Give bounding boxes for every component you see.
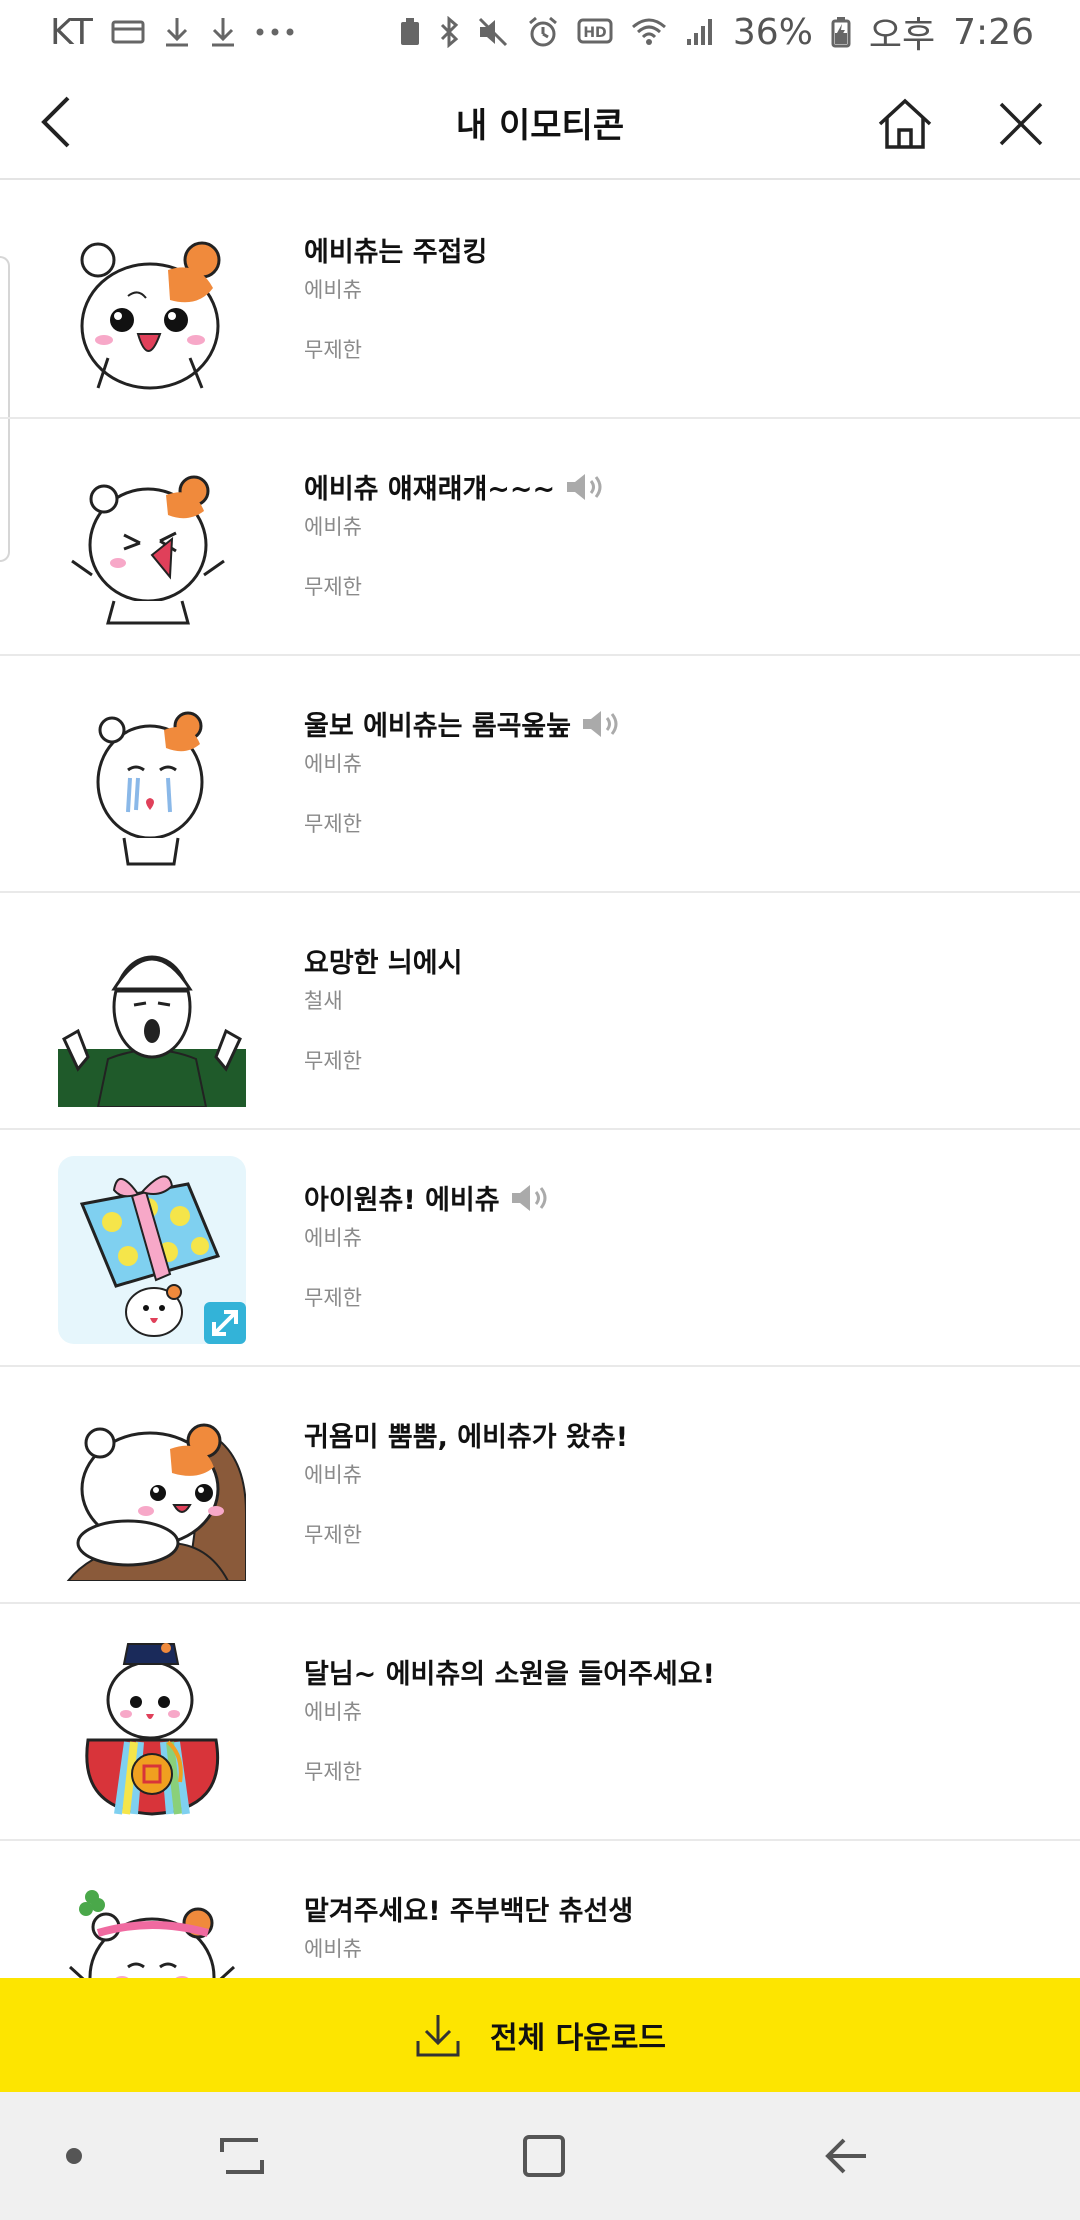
emoticon-period: 무제한: [304, 1049, 362, 1073]
emoticon-author: 에비츄: [304, 515, 362, 539]
download-all-label: 전체 다운로드: [489, 2021, 667, 2056]
app-header: 내 이모티콘: [0, 64, 1080, 180]
recent-apps-button[interactable]: [202, 2116, 282, 2196]
battery-charging-icon: [831, 16, 851, 48]
clock: 7:26: [953, 11, 1034, 53]
download-icon: [416, 2015, 460, 2057]
list-item[interactable]: 에비츄 얘쟤럐걔~~~ 에비츄 무제한: [0, 419, 1080, 656]
status-right: HD 36% 오후 7:26: [399, 6, 1034, 58]
emoticon-period: 무제한: [304, 1286, 362, 1310]
list-item[interactable]: 울보 에비츄는 롬곡옾눞 에비츄 무제한: [0, 656, 1080, 893]
emoticon-title: 에비츄 얘쟤럐걔~~~: [304, 467, 605, 506]
list-item[interactable]: 맡겨주세요! 주부백단 츄선생 에비츄: [0, 1841, 1080, 1978]
close-button[interactable]: [984, 88, 1058, 160]
ampm-label: 오후: [868, 15, 936, 56]
emoticon-thumbnail: [58, 445, 246, 633]
emoticon-list: 에비츄는 주접킹 에비츄 무제한 에비츄 얘쟤럐걔~~~ 에비츄 무제한 울보 …: [0, 182, 1080, 1978]
list-item[interactable]: 귀욤미 뿜뿜, 에비츄가 왔츄! 에비츄 무제한: [0, 1367, 1080, 1604]
emoticon-author: 철새: [304, 989, 343, 1013]
emoticon-thumbnail: [58, 919, 246, 1107]
battery-percent: 36%: [732, 11, 813, 53]
emoticon-title: 요망한 늬에시: [304, 948, 463, 979]
emoticon-thumbnail: [58, 208, 246, 396]
emoticon-period: 무제한: [304, 812, 362, 836]
back-nav-button[interactable]: [806, 2116, 886, 2196]
sound-icon: [510, 1183, 550, 1213]
download-all-button[interactable]: 전체 다운로드: [0, 1978, 1080, 2092]
emoticon-thumbnail: [58, 1393, 246, 1581]
emoticon-thumbnail: [58, 682, 246, 870]
signal-icon: [685, 17, 715, 47]
emoticon-title: 귀욤미 뿜뿜, 에비츄가 왔츄!: [304, 1422, 629, 1453]
emoticon-author: 에비츄: [304, 1226, 362, 1250]
emoticon-title: 맡겨주세요! 주부백단 츄선생: [304, 1896, 634, 1927]
list-item[interactable]: 요망한 늬에시 철새 무제한: [0, 893, 1080, 1130]
chevron-left-icon: [41, 96, 70, 148]
emoticon-thumbnail: [58, 1867, 246, 1978]
recent-apps-icon: [220, 2138, 264, 2174]
carrier-label: KT: [50, 11, 93, 53]
download-notify-icon: [163, 16, 191, 48]
emoticon-author: 에비츄: [304, 752, 362, 776]
status-left: KT: [50, 12, 295, 53]
list-item[interactable]: 에비츄는 주접킹 에비츄 무제한: [0, 182, 1080, 419]
recycle-battery-icon: [399, 17, 421, 47]
system-nav-bar: [0, 2092, 1080, 2220]
emoticon-title: 달님~ 에비츄의 소원을 들어주세요!: [304, 1659, 715, 1690]
download-notify-icon: [209, 16, 237, 48]
more-notifications-icon: [255, 27, 295, 37]
home-nav-button[interactable]: [504, 2116, 584, 2196]
emoticon-title: 아이원츄! 에비츄: [304, 1178, 550, 1217]
wallet-icon: [111, 18, 145, 46]
emoticon-author: 에비츄: [304, 1937, 362, 1961]
nav-hide-dot[interactable]: [34, 2116, 114, 2196]
emoticon-period: 무제한: [304, 338, 362, 362]
home-square-icon: [523, 2135, 565, 2177]
dot-icon: [66, 2148, 82, 2164]
status-bar: KT HD 36% 오후 7:26: [0, 0, 1080, 64]
wifi-icon: [631, 17, 667, 47]
emoticon-period: 무제한: [304, 1760, 362, 1784]
emoticon-author: 에비츄: [304, 278, 362, 302]
alarm-icon: [527, 16, 559, 48]
list-item[interactable]: 달님~ 에비츄의 소원을 들어주세요! 에비츄 무제한: [0, 1604, 1080, 1841]
svg-text:HD: HD: [583, 25, 606, 41]
hd-voice-icon: HD: [577, 17, 613, 47]
emoticon-period: 무제한: [304, 575, 362, 599]
home-button[interactable]: [868, 88, 942, 160]
back-button[interactable]: [20, 86, 92, 158]
emoticon-title: 에비츄는 주접킹: [304, 237, 488, 268]
bluetooth-icon: [439, 16, 459, 48]
emoticon-period: 무제한: [304, 1523, 362, 1547]
sound-icon: [565, 472, 605, 502]
close-icon: [999, 102, 1043, 146]
emoticon-author: 에비츄: [304, 1700, 362, 1724]
sound-icon: [581, 709, 621, 739]
emoticon-title: 울보 에비츄는 롬곡옾눞: [304, 704, 621, 743]
mute-icon: [477, 16, 509, 48]
back-arrow-icon: [825, 2138, 866, 2174]
emoticon-author: 에비츄: [304, 1463, 362, 1487]
emoticon-thumbnail: [58, 1156, 246, 1344]
home-icon: [878, 98, 932, 149]
emoticon-thumbnail: [58, 1630, 246, 1818]
list-item[interactable]: 아이원츄! 에비츄 에비츄 무제한: [0, 1130, 1080, 1367]
